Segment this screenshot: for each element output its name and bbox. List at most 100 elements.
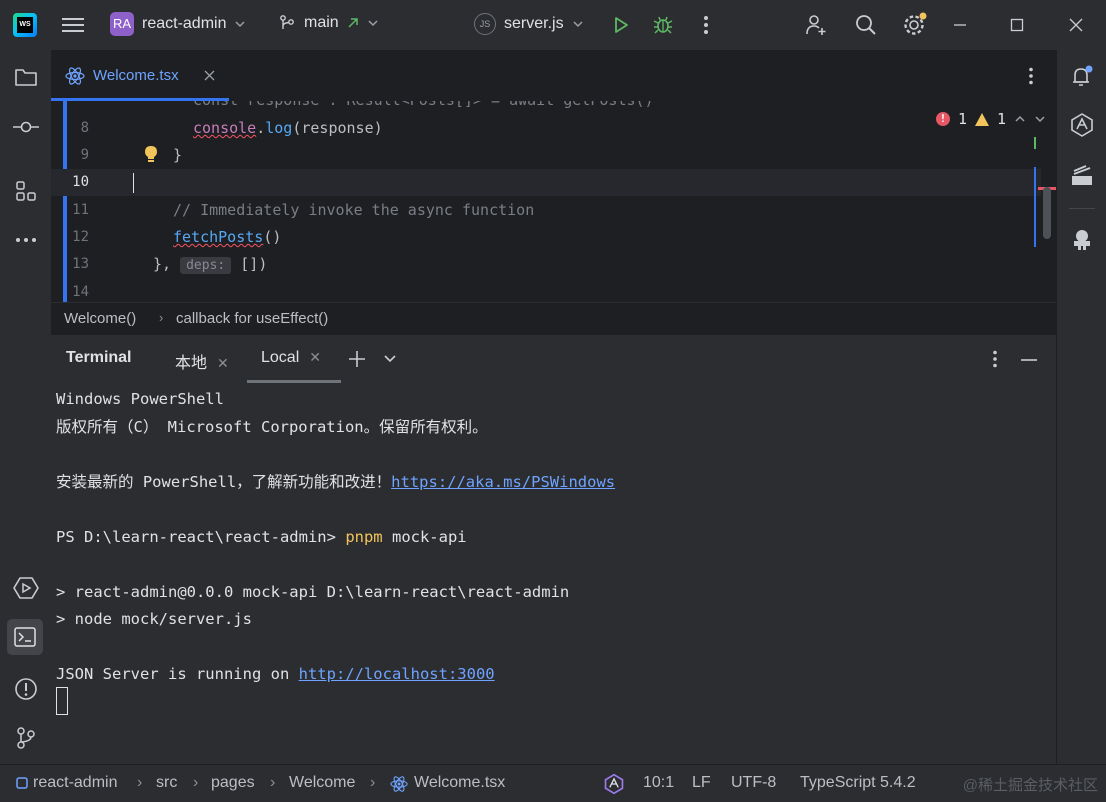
terminal-line: 安装最新的 PowerShell，了解新功能和改进！https://aka.ms…	[56, 471, 615, 493]
warning-icon	[974, 112, 989, 126]
line-number: 8	[80, 120, 89, 136]
run-icon	[615, 17, 628, 33]
status-line-separator[interactable]: LF	[692, 774, 711, 792]
problems-widget[interactable]: ! 1 1	[935, 110, 1046, 128]
editor-scrollbar[interactable]	[1043, 187, 1051, 239]
tab-terminal-local[interactable]: Local ✕	[261, 349, 321, 367]
commit-icon	[13, 121, 39, 133]
terminal-line: JSON Server is running on http://localho…	[56, 663, 495, 685]
terminal-link[interactable]: https://aka.ms/PSWindows	[391, 473, 615, 491]
status-caret-position[interactable]: 10:1	[643, 774, 674, 792]
project-tool-button[interactable]	[13, 64, 39, 90]
commit-tool-button[interactable]	[13, 114, 39, 140]
run-button[interactable]	[609, 13, 633, 37]
breadcrumb-callback[interactable]: callback for useEffect()	[176, 310, 328, 327]
problems-tool-button[interactable]	[13, 676, 39, 702]
chevron-up-icon[interactable]	[1014, 113, 1026, 125]
close-icon[interactable]: ✕	[309, 349, 321, 365]
code-token-console: console	[193, 119, 257, 137]
project-badge: RA	[110, 12, 134, 36]
minimize-panel-icon[interactable]	[1020, 358, 1038, 362]
code-line-12: 12 fetchPosts()	[51, 224, 1041, 251]
debug-icon	[653, 16, 673, 34]
git-tool-button[interactable]	[13, 725, 39, 751]
new-tab-plus-icon[interactable]	[348, 350, 366, 368]
branch-icon	[280, 15, 294, 29]
code-text: }	[173, 146, 183, 164]
line-number: 12	[72, 229, 89, 245]
code-line-11: 11 // Immediately invoke the async funct…	[51, 197, 1041, 224]
chevron-down-icon[interactable]	[383, 353, 397, 365]
webstorm-logo-icon[interactable]: WS	[13, 13, 37, 37]
more-vertical-icon[interactable]	[992, 350, 998, 368]
branch-selector[interactable]: main	[278, 14, 379, 32]
search-icon	[856, 15, 876, 35]
minimize-button[interactable]	[950, 15, 970, 35]
database-button[interactable]	[1069, 163, 1095, 189]
settings-button[interactable]	[902, 12, 928, 38]
status-path-file[interactable]: Welcome.tsx	[414, 774, 505, 792]
error-stripe[interactable]	[1032, 131, 1036, 247]
close-icon[interactable]: ✕	[217, 355, 229, 371]
js-file-icon: JS	[474, 13, 496, 35]
notifications-button[interactable]	[1069, 63, 1095, 89]
search-button[interactable]	[853, 12, 879, 38]
status-path-root[interactable]: react-admin	[33, 774, 117, 792]
left-tool-window-bar	[0, 50, 51, 764]
plugin-icon	[1074, 230, 1090, 250]
terminal-tool-button[interactable]	[7, 619, 43, 655]
terminal-link[interactable]: http://localhost:3000	[299, 665, 495, 683]
terminal-icon	[14, 627, 36, 647]
minimize-icon	[954, 24, 966, 26]
ai-assistant-icon[interactable]	[603, 773, 625, 795]
terminal-text: JSON Server is running on	[56, 665, 290, 683]
status-path-welcome-dir[interactable]: Welcome	[289, 774, 355, 792]
more-actions-button[interactable]	[696, 13, 716, 37]
code-editor[interactable]: const response : Result<Posts[]> = await…	[51, 101, 1056, 302]
path-separator: ›	[270, 774, 276, 791]
status-path-pages[interactable]: pages	[211, 774, 255, 792]
editor-tab-bar: Welcome.tsx	[51, 50, 1056, 102]
ai-assistant-button[interactable]	[1069, 112, 1095, 138]
code-with-me-button[interactable]	[803, 12, 829, 38]
more-tools-button[interactable]	[13, 227, 39, 253]
database-icon	[1072, 165, 1092, 185]
lightbulb-icon[interactable]	[143, 145, 159, 165]
hamburger-menu-icon[interactable]	[62, 15, 84, 35]
path-separator: ›	[137, 774, 143, 791]
code-line-10: 10	[51, 169, 1041, 196]
status-encoding[interactable]: UTF-8	[731, 774, 776, 792]
status-path-src[interactable]: src	[156, 774, 177, 792]
project-selector[interactable]: RA react-admin	[110, 12, 246, 36]
terminal-header: Terminal 本地 ✕ Local ✕	[51, 335, 1056, 383]
terminal-output[interactable]: Windows PowerShell 版权所有（C） Microsoft Cor…	[51, 383, 1056, 764]
tab-terminal-local-cn[interactable]: 本地 ✕	[175, 349, 229, 373]
folder-icon	[15, 69, 37, 86]
project-name: react-admin	[142, 15, 227, 32]
debug-button[interactable]	[651, 13, 675, 37]
ai-assistant-icon	[1071, 113, 1093, 137]
code-line-9: 9 }	[51, 142, 1041, 169]
react-icon	[65, 67, 85, 85]
terminal-line: Windows PowerShell	[56, 390, 224, 408]
terminal-prompt-line: PS D:\learn-react\react-admin> pnpm mock…	[56, 526, 467, 548]
status-language[interactable]: TypeScript 5.4.2	[800, 774, 916, 792]
tab-welcome-tsx[interactable]: Welcome.tsx	[51, 50, 229, 101]
close-window-button[interactable]	[1066, 15, 1086, 35]
text-caret	[133, 173, 134, 193]
structure-icon	[16, 181, 36, 201]
editor-breadcrumb: Welcome() › callback for useEffect()	[51, 302, 1056, 335]
plugin-button[interactable]	[1069, 227, 1095, 253]
breadcrumb-welcome[interactable]: Welcome()	[64, 310, 136, 327]
line-number: 10	[72, 174, 89, 190]
run-config-selector[interactable]: JS server.js	[474, 13, 584, 35]
terminal-line: 版权所有（C） Microsoft Corporation。保留所有权利。	[56, 418, 488, 436]
maximize-button[interactable]	[1007, 15, 1027, 35]
structure-tool-button[interactable]	[13, 178, 39, 204]
code-token-deps: [])	[240, 255, 268, 273]
tab-options-button[interactable]	[1023, 66, 1039, 86]
services-tool-button[interactable]	[13, 575, 39, 601]
close-tab-icon[interactable]	[204, 70, 215, 81]
chevron-down-icon[interactable]	[1034, 113, 1046, 125]
terminal-text: 安装最新的 PowerShell，了解新功能和改进！	[56, 473, 392, 491]
